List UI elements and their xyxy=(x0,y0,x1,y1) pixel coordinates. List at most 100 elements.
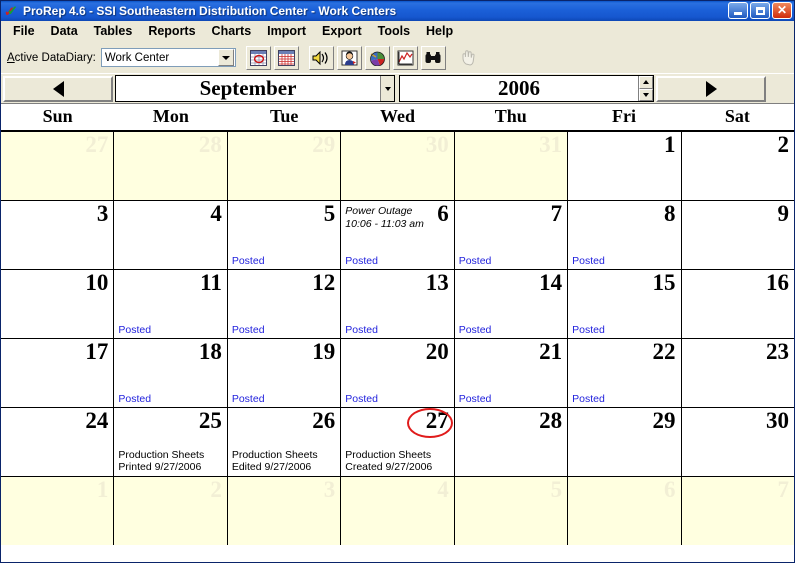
menu-item-charts[interactable]: Charts xyxy=(204,22,260,41)
calendar-day-cell[interactable]: 20 Posted xyxy=(341,339,455,407)
calendar-day-cell[interactable]: 28 xyxy=(454,408,569,476)
posted-status-link[interactable]: Posted xyxy=(459,255,492,267)
pie-chart-button[interactable] xyxy=(364,45,390,70)
calendar-day-cell[interactable]: 7 xyxy=(681,477,794,545)
calendar-day-cell[interactable]: 7 Posted xyxy=(454,201,569,269)
posted-status-link[interactable]: Posted xyxy=(459,393,492,405)
calendar-day-cell[interactable]: 16 xyxy=(681,270,794,338)
calendar-week-row: 24 25 Production Sheets Printed 9/27/2006 2… xyxy=(1,408,794,477)
posted-status-link[interactable]: Posted xyxy=(572,324,605,336)
posted-status-link[interactable]: Posted xyxy=(572,393,605,405)
find-button[interactable] xyxy=(420,45,446,70)
calendar-day-cell[interactable]: 29 xyxy=(227,132,342,200)
year-stepper[interactable] xyxy=(638,76,653,101)
menu-item-tools[interactable]: Tools xyxy=(370,22,418,41)
calendar-day-cell[interactable]: 3 xyxy=(1,201,115,269)
menu-item-data[interactable]: Data xyxy=(43,22,86,41)
posted-status-link[interactable]: Posted xyxy=(345,255,378,267)
day-number: 21 xyxy=(539,339,563,364)
month-select[interactable]: September xyxy=(115,75,395,102)
grid-view-button[interactable] xyxy=(273,45,299,70)
calendar-day-cell[interactable]: 6 Power Outage 10:06 - 11:03 am Posted xyxy=(341,201,455,269)
menu-item-reports[interactable]: Reports xyxy=(140,22,203,41)
year-decrement-button[interactable] xyxy=(639,88,653,101)
posted-status-link[interactable]: Posted xyxy=(118,324,151,336)
posted-status-link[interactable]: Posted xyxy=(232,324,265,336)
calendar-day-cell[interactable]: 25 Production Sheets Printed 9/27/2006 xyxy=(114,408,228,476)
posted-status-link[interactable]: Posted xyxy=(232,393,265,405)
posted-status-link[interactable]: Posted xyxy=(572,255,605,267)
prorep-checks-icon: ✓ ✓ xyxy=(4,2,18,19)
speaker-button[interactable] xyxy=(308,45,334,70)
calendar-day-cell[interactable]: 27 xyxy=(1,132,115,200)
year-increment-button[interactable] xyxy=(639,76,653,89)
posted-status-link[interactable]: Posted xyxy=(459,324,492,336)
contact-button[interactable] xyxy=(336,45,362,70)
next-month-button[interactable] xyxy=(656,75,766,102)
calendar-day-cell[interactable]: 4 xyxy=(341,477,455,545)
calendar-day-cell[interactable]: 14 Posted xyxy=(454,270,569,338)
day-number: 7 xyxy=(550,201,563,226)
day-number: 18 xyxy=(198,339,222,364)
year-field[interactable]: 2006 xyxy=(399,75,654,102)
calendar-day-cell[interactable]: 5 Posted xyxy=(227,201,342,269)
line-chart-button[interactable] xyxy=(392,45,418,70)
calendar-day-cell[interactable]: 8 Posted xyxy=(568,201,682,269)
calendar-day-cell[interactable]: 23 xyxy=(681,339,794,407)
posted-status-link[interactable]: Posted xyxy=(232,255,265,267)
posted-status-link[interactable]: Posted xyxy=(345,393,378,405)
close-button[interactable]: ✕ xyxy=(772,2,792,19)
calendar-day-cell[interactable]: 30 xyxy=(681,408,794,476)
minimize-button[interactable] xyxy=(728,2,748,19)
calendar-day-cell[interactable]: 1 xyxy=(1,477,115,545)
calendar-day-cell[interactable]: 1 xyxy=(568,132,682,200)
chevron-down-icon[interactable] xyxy=(217,49,234,66)
calendar-day-cell[interactable]: 21 Posted xyxy=(454,339,569,407)
prev-month-button[interactable] xyxy=(3,75,113,102)
maximize-button[interactable] xyxy=(750,2,770,19)
calendar-day-cell[interactable]: 18 Posted xyxy=(114,339,228,407)
calendar-day-cell[interactable]: 9 xyxy=(681,201,794,269)
day-event-text[interactable]: Power Outage 10:06 - 11:03 am xyxy=(345,205,424,231)
calendar-day-cell[interactable]: 3 xyxy=(227,477,342,545)
calendar-day-cell[interactable]: 26 Production Sheets Edited 9/27/2006 xyxy=(227,408,342,476)
calendar-view-button[interactable] xyxy=(245,45,271,70)
calendar-day-cell[interactable]: 28 xyxy=(114,132,228,200)
calendar-day-cell[interactable]: 17 xyxy=(1,339,115,407)
menu-item-export[interactable]: Export xyxy=(314,22,370,41)
calendar-day-cell[interactable]: 29 xyxy=(568,408,682,476)
menu-item-file[interactable]: File xyxy=(5,22,43,41)
menu-item-tables[interactable]: Tables xyxy=(86,22,141,41)
weekday-header-wed: Wed xyxy=(379,106,415,126)
calendar-day-cell[interactable]: 22 Posted xyxy=(568,339,682,407)
posted-status-link[interactable]: Posted xyxy=(345,324,378,336)
calendar-day-cell[interactable]: 2 xyxy=(114,477,228,545)
calendar-day-cell[interactable]: 31 xyxy=(454,132,569,200)
menu-item-help[interactable]: Help xyxy=(418,22,461,41)
calendar-day-cell[interactable]: 4 xyxy=(114,201,228,269)
calendar-day-cell[interactable]: 27 Production Sheets Created 9/27/2006 xyxy=(341,408,455,476)
calendar-day-cell[interactable]: 10 xyxy=(1,270,115,338)
weekday-header-tue: Tue xyxy=(270,106,299,126)
menu-item-import[interactable]: Import xyxy=(259,22,314,41)
calendar-day-cell[interactable]: 6 xyxy=(568,477,682,545)
month-chevron-down-icon[interactable] xyxy=(380,76,394,101)
posted-status-link[interactable]: Posted xyxy=(118,393,151,405)
datadiary-select[interactable]: Work Center xyxy=(100,48,236,67)
calendar-day-cell[interactable]: 13 Posted xyxy=(341,270,455,338)
weekday-header-fri: Fri xyxy=(612,106,637,126)
calendar-day-cell[interactable]: 30 xyxy=(341,132,455,200)
day-note-text[interactable]: Production Sheets Printed 9/27/2006 xyxy=(118,449,204,473)
calendar-day-cell[interactable]: 15 Posted xyxy=(568,270,682,338)
calendar-day-cell[interactable]: 19 Posted xyxy=(227,339,342,407)
day-note-text[interactable]: Production Sheets Created 9/27/2006 xyxy=(345,449,432,473)
calendar-day-cell[interactable]: 24 xyxy=(1,408,115,476)
day-number: 17 xyxy=(85,339,109,364)
calendar-day-cell[interactable]: 11 Posted xyxy=(114,270,228,338)
calendar-day-cell[interactable]: 12 Posted xyxy=(227,270,342,338)
day-number: 2 xyxy=(210,477,222,502)
calendar-day-cell[interactable]: 2 xyxy=(681,132,794,200)
day-note-text[interactable]: Production Sheets Edited 9/27/2006 xyxy=(232,449,318,473)
calendar-day-cell[interactable]: 5 xyxy=(454,477,569,545)
calendar-navigation-bar: September 2006 xyxy=(1,74,794,104)
